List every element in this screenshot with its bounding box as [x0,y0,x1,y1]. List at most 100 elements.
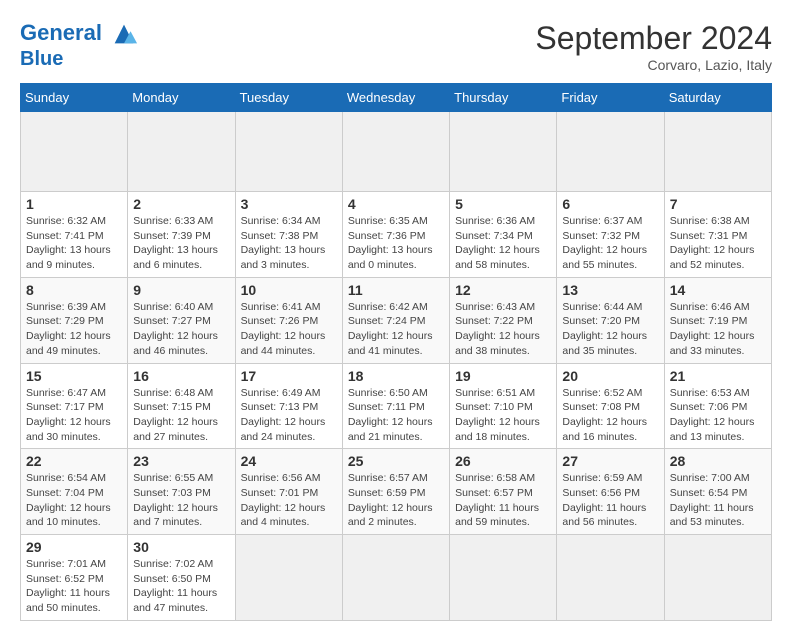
day-number: 29 [26,539,122,555]
day-number: 19 [455,368,551,384]
calendar-week-1: 1 Sunrise: 6:32 AM Sunset: 7:41 PM Daylig… [21,192,772,278]
day-info: Sunrise: 6:52 AM Sunset: 7:08 PM Dayligh… [562,386,658,445]
logo: General Blue [20,20,138,70]
day-number: 27 [562,453,658,469]
day-number: 3 [241,196,337,212]
day-number: 24 [241,453,337,469]
day-number: 1 [26,196,122,212]
location: Corvaro, Lazio, Italy [535,57,772,73]
calendar-cell: 14 Sunrise: 6:46 AM Sunset: 7:19 PM Dayli… [664,277,771,363]
weekday-header-monday: Monday [128,84,235,112]
logo-text2: Blue [20,48,138,70]
calendar-cell [664,112,771,192]
day-info: Sunrise: 6:57 AM Sunset: 6:59 PM Dayligh… [348,471,444,530]
day-number: 4 [348,196,444,212]
calendar-cell: 26 Sunrise: 6:58 AM Sunset: 6:57 PM Dayli… [450,449,557,535]
calendar-cell: 1 Sunrise: 6:32 AM Sunset: 7:41 PM Daylig… [21,192,128,278]
day-info: Sunrise: 6:46 AM Sunset: 7:19 PM Dayligh… [670,300,766,359]
day-info: Sunrise: 6:35 AM Sunset: 7:36 PM Dayligh… [348,214,444,273]
calendar-cell: 20 Sunrise: 6:52 AM Sunset: 7:08 PM Dayli… [557,363,664,449]
calendar-cell: 22 Sunrise: 6:54 AM Sunset: 7:04 PM Dayli… [21,449,128,535]
calendar-cell: 25 Sunrise: 6:57 AM Sunset: 6:59 PM Dayli… [342,449,449,535]
day-info: Sunrise: 6:32 AM Sunset: 7:41 PM Dayligh… [26,214,122,273]
day-info: Sunrise: 6:55 AM Sunset: 7:03 PM Dayligh… [133,471,229,530]
day-info: Sunrise: 6:53 AM Sunset: 7:06 PM Dayligh… [670,386,766,445]
weekday-header-friday: Friday [557,84,664,112]
day-number: 28 [670,453,766,469]
calendar-cell [21,112,128,192]
day-number: 7 [670,196,766,212]
day-number: 6 [562,196,658,212]
calendar-cell [557,112,664,192]
day-number: 14 [670,282,766,298]
day-info: Sunrise: 7:01 AM Sunset: 6:52 PM Dayligh… [26,557,122,616]
day-number: 20 [562,368,658,384]
calendar-cell: 29 Sunrise: 7:01 AM Sunset: 6:52 PM Dayli… [21,535,128,621]
calendar-cell: 2Sunrise: 6:33 AM Sunset: 7:39 PM Daylig… [128,192,235,278]
day-info: Sunrise: 6:40 AM Sunset: 7:27 PM Dayligh… [133,300,229,359]
page-header: General Blue September 2024 Corvaro, Laz… [20,20,772,73]
day-info: Sunrise: 6:34 AM Sunset: 7:38 PM Dayligh… [241,214,337,273]
calendar-cell: 30 Sunrise: 7:02 AM Sunset: 6:50 PM Dayli… [128,535,235,621]
day-number: 15 [26,368,122,384]
day-info: Sunrise: 6:58 AM Sunset: 6:57 PM Dayligh… [455,471,551,530]
calendar-cell: 17Sunrise: 6:49 AM Sunset: 7:13 PM Dayli… [235,363,342,449]
calendar-cell: 8Sunrise: 6:39 AM Sunset: 7:29 PM Daylig… [21,277,128,363]
calendar-cell: 5Sunrise: 6:36 AM Sunset: 7:34 PM Daylig… [450,192,557,278]
calendar-cell: 24Sunrise: 6:56 AM Sunset: 7:01 PM Dayli… [235,449,342,535]
calendar-cell: 12Sunrise: 6:43 AM Sunset: 7:22 PM Dayli… [450,277,557,363]
calendar-cell: 19 Sunrise: 6:51 AM Sunset: 7:10 PM Dayli… [450,363,557,449]
day-info: Sunrise: 7:02 AM Sunset: 6:50 PM Dayligh… [133,557,229,616]
calendar-cell: 15 Sunrise: 6:47 AM Sunset: 7:17 PM Dayli… [21,363,128,449]
month-title: September 2024 [535,20,772,57]
calendar-cell: 13Sunrise: 6:44 AM Sunset: 7:20 PM Dayli… [557,277,664,363]
day-info: Sunrise: 6:48 AM Sunset: 7:15 PM Dayligh… [133,386,229,445]
day-number: 10 [241,282,337,298]
day-number: 30 [133,539,229,555]
calendar-cell: 21Sunrise: 6:53 AM Sunset: 7:06 PM Dayli… [664,363,771,449]
calendar-cell: 10 Sunrise: 6:41 AM Sunset: 7:26 PM Dayli… [235,277,342,363]
calendar-cell [664,535,771,621]
calendar-cell [557,535,664,621]
calendar-week-5: 29 Sunrise: 7:01 AM Sunset: 6:52 PM Dayli… [21,535,772,621]
weekday-header-thursday: Thursday [450,84,557,112]
day-info: Sunrise: 6:47 AM Sunset: 7:17 PM Dayligh… [26,386,122,445]
day-number: 23 [133,453,229,469]
day-info: Sunrise: 6:50 AM Sunset: 7:11 PM Dayligh… [348,386,444,445]
day-info: Sunrise: 6:42 AM Sunset: 7:24 PM Dayligh… [348,300,444,359]
calendar-week-4: 22 Sunrise: 6:54 AM Sunset: 7:04 PM Dayli… [21,449,772,535]
title-block: September 2024 Corvaro, Lazio, Italy [535,20,772,73]
weekday-header-saturday: Saturday [664,84,771,112]
calendar-cell: 4 Sunrise: 6:35 AM Sunset: 7:36 PM Daylig… [342,192,449,278]
day-number: 8 [26,282,122,298]
calendar-week-2: 8Sunrise: 6:39 AM Sunset: 7:29 PM Daylig… [21,277,772,363]
calendar-cell [342,112,449,192]
calendar-cell: 16 Sunrise: 6:48 AM Sunset: 7:15 PM Dayli… [128,363,235,449]
day-info: Sunrise: 6:49 AM Sunset: 7:13 PM Dayligh… [241,386,337,445]
day-info: Sunrise: 6:38 AM Sunset: 7:31 PM Dayligh… [670,214,766,273]
day-info: Sunrise: 6:54 AM Sunset: 7:04 PM Dayligh… [26,471,122,530]
day-number: 16 [133,368,229,384]
calendar-cell: 23 Sunrise: 6:55 AM Sunset: 7:03 PM Dayli… [128,449,235,535]
day-info: Sunrise: 6:37 AM Sunset: 7:32 PM Dayligh… [562,214,658,273]
day-number: 26 [455,453,551,469]
weekday-header-wednesday: Wednesday [342,84,449,112]
day-info: Sunrise: 6:44 AM Sunset: 7:20 PM Dayligh… [562,300,658,359]
calendar-cell: 9Sunrise: 6:40 AM Sunset: 7:27 PM Daylig… [128,277,235,363]
day-number: 25 [348,453,444,469]
calendar-cell: 11Sunrise: 6:42 AM Sunset: 7:24 PM Dayli… [342,277,449,363]
weekday-header-tuesday: Tuesday [235,84,342,112]
calendar-table: SundayMondayTuesdayWednesdayThursdayFrid… [20,83,772,621]
day-info: Sunrise: 6:41 AM Sunset: 7:26 PM Dayligh… [241,300,337,359]
day-info: Sunrise: 6:43 AM Sunset: 7:22 PM Dayligh… [455,300,551,359]
day-info: Sunrise: 7:00 AM Sunset: 6:54 PM Dayligh… [670,471,766,530]
day-info: Sunrise: 6:51 AM Sunset: 7:10 PM Dayligh… [455,386,551,445]
logo-text: General [20,20,138,48]
calendar-week-0 [21,112,772,192]
calendar-cell: 28 Sunrise: 7:00 AM Sunset: 6:54 PM Dayli… [664,449,771,535]
day-info: Sunrise: 6:33 AM Sunset: 7:39 PM Dayligh… [133,214,229,273]
day-number: 22 [26,453,122,469]
day-number: 5 [455,196,551,212]
calendar-week-3: 15 Sunrise: 6:47 AM Sunset: 7:17 PM Dayli… [21,363,772,449]
calendar-cell [235,112,342,192]
